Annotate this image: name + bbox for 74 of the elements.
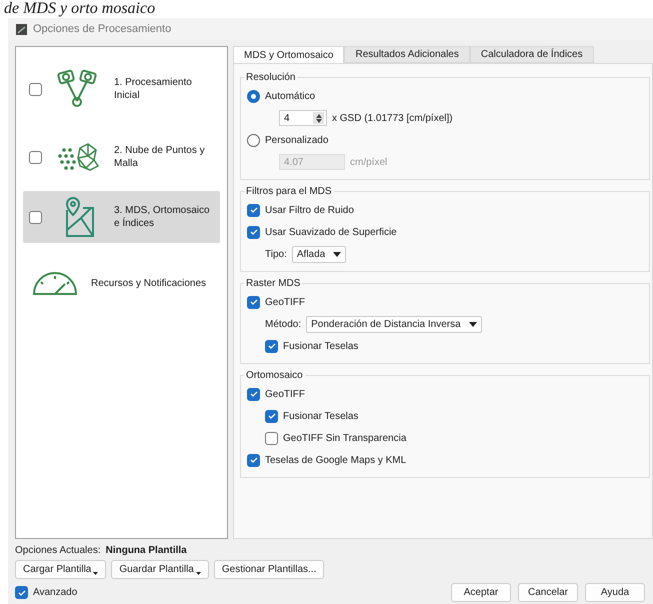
template-name: Ninguna Plantilla	[106, 545, 187, 556]
dropdown[interactable]: Aflada	[292, 246, 346, 262]
checkbox-label: GeoTIFF	[265, 296, 306, 308]
step-item[interactable]: 1. Procesamiento Inicial	[23, 55, 220, 123]
app-icon	[16, 24, 27, 34]
gsd-label: x GSD (1.01773 [cm/píxel])	[332, 112, 453, 124]
dialog-button[interactable]: Ayuda	[585, 583, 645, 602]
checkbox-label: Usar Filtro de Ruido	[265, 204, 354, 216]
select-label: Método:	[265, 318, 302, 330]
step-label: 2. Nube de Puntos y Malla	[114, 144, 206, 170]
point-cloud-icon	[56, 142, 100, 172]
template-button[interactable]: Guardar Plantilla	[111, 560, 209, 579]
radio-label: Automático	[265, 90, 316, 102]
checkbox-label: GeoTIFF	[265, 388, 306, 400]
spin-field[interactable]: 4	[279, 110, 327, 126]
checkbox[interactable]	[247, 296, 260, 308]
checkbox-label: Usar Suavizado de Superficie	[265, 226, 397, 238]
template-button[interactable]: Cargar Plantilla	[15, 560, 106, 579]
check-mark-icon	[268, 412, 276, 420]
checkbox[interactable]	[247, 388, 260, 400]
radio-button[interactable]	[247, 90, 260, 102]
group-title: Filtros para el MDS	[245, 186, 333, 197]
checkbox[interactable]	[247, 454, 260, 466]
gauge-icon	[32, 270, 78, 296]
dropdown[interactable]: Ponderación de Distancia Inversa	[306, 316, 482, 332]
checkbox[interactable]	[29, 82, 42, 96]
window-title: Opciones de Procesamiento	[33, 23, 172, 35]
step-label: Recursos y Notificaciones	[91, 276, 208, 290]
step-item[interactable]: 3. MDS, Ortomosaico e Índices	[23, 191, 220, 243]
step-label: 1. Procesamiento Inicial	[114, 76, 193, 102]
template-button[interactable]: Gestionar Plantillas...	[214, 560, 324, 579]
tab[interactable]: MDS y Ortomosaico	[233, 46, 344, 63]
group-title: Ortomosaico	[245, 370, 304, 381]
current-options-label: Opciones Actuales:	[15, 545, 101, 556]
caret-icon	[333, 252, 342, 256]
checkbox[interactable]	[29, 150, 42, 164]
checkbox[interactable]	[15, 586, 28, 599]
menu-caret-icon	[196, 572, 201, 575]
radio-button[interactable]	[247, 134, 260, 146]
step-item[interactable]: 2. Nube de Puntos y Malla	[23, 125, 220, 189]
check-mark-icon	[250, 298, 258, 306]
checkbox[interactable]	[265, 410, 278, 422]
advanced-label: Avanzado	[33, 587, 78, 598]
check-mark-icon	[250, 456, 258, 464]
select-label: Tipo:	[265, 248, 287, 260]
check-mark-icon	[268, 342, 276, 350]
group-title: Raster MDS	[245, 278, 302, 289]
checkbox[interactable]	[265, 340, 278, 352]
check-mark-icon	[250, 206, 258, 214]
dialog-button[interactable]: Aceptar	[451, 583, 511, 602]
check-mark-icon	[250, 228, 258, 236]
caption-text: de MDS y orto mosaico	[3, 0, 156, 18]
checkbox[interactable]	[29, 210, 42, 224]
spin-arrows-icon	[316, 114, 322, 122]
tab[interactable]: Calculadora de Índices	[470, 46, 594, 63]
menu-caret-icon	[93, 572, 98, 575]
radio-label: Personalizado	[265, 134, 328, 146]
caret-icon	[468, 322, 477, 326]
unit-label: cm/píxel	[350, 156, 388, 168]
group-title: Resolución	[245, 72, 296, 83]
check-mark-icon	[18, 588, 26, 596]
checkbox-label: GeoTIFF Sin Transparencia	[283, 432, 406, 444]
cameras-icon	[57, 69, 99, 109]
checkbox[interactable]	[247, 226, 260, 238]
checkbox-label: Fusionar Teselas	[283, 410, 358, 422]
step-item[interactable]: Recursos y Notificaciones	[23, 253, 220, 313]
checkbox[interactable]	[265, 432, 278, 444]
check-mark-icon	[250, 390, 258, 398]
checkbox[interactable]	[247, 204, 260, 216]
tab[interactable]: Resultados Adicionales	[344, 46, 470, 63]
checkbox-label: Fusionar Teselas	[283, 340, 358, 352]
checkbox-label: Teselas de Google Maps y KML	[265, 454, 406, 466]
dialog-button[interactable]: Cancelar	[518, 583, 578, 602]
step-label: 3. MDS, Ortomosaico e Índices	[114, 204, 211, 230]
